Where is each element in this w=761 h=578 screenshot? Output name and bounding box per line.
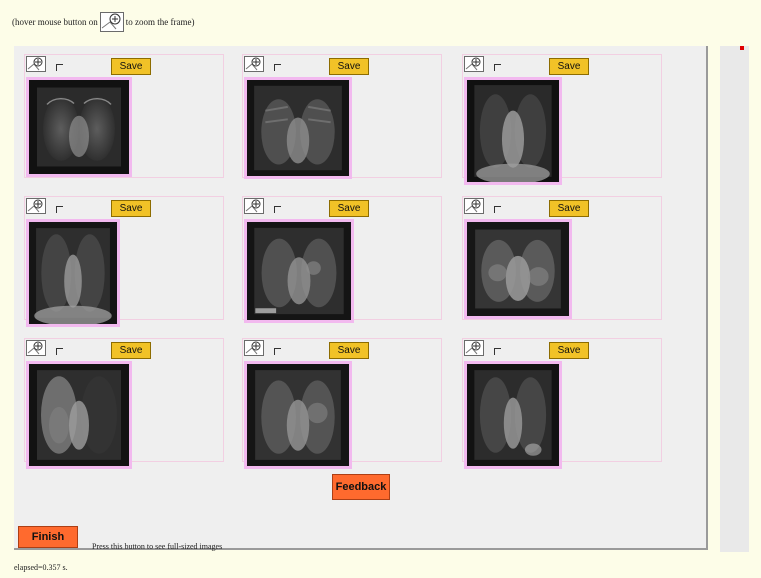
right-sidebar <box>720 46 749 552</box>
save-button[interactable]: Save <box>111 200 151 217</box>
xray-image <box>467 80 559 182</box>
xray-image <box>29 80 129 174</box>
checkbox-icon[interactable] <box>274 206 281 213</box>
xray-thumbnail[interactable] <box>244 361 352 469</box>
image-controls: Save <box>243 197 369 219</box>
elapsed-time: elapsed=0.357 s. <box>14 563 68 572</box>
image-controls: Save <box>25 197 151 219</box>
checkbox-icon[interactable] <box>274 348 281 355</box>
xray-thumbnail[interactable] <box>464 361 562 469</box>
checkbox-icon[interactable] <box>56 206 63 213</box>
zoom-hint-prefix: (hover mouse button on <box>12 17 98 27</box>
zoom-icon[interactable] <box>244 198 264 214</box>
checkbox-icon[interactable] <box>494 348 501 355</box>
xray-thumbnail[interactable] <box>464 219 572 319</box>
image-controls: Save <box>25 55 151 77</box>
checkbox-icon[interactable] <box>56 348 63 355</box>
checkbox-icon[interactable] <box>494 206 501 213</box>
xray-thumbnail[interactable] <box>26 361 132 469</box>
zoom-icon[interactable] <box>464 340 484 356</box>
zoom-icon[interactable] <box>464 198 484 214</box>
finish-note: Press this button to see full-sized imag… <box>92 542 223 551</box>
save-button[interactable]: Save <box>329 342 369 359</box>
finish-button[interactable]: Finish <box>18 526 78 548</box>
image-cell-7: Save <box>24 338 224 469</box>
image-controls: Save <box>463 197 589 219</box>
image-cell-3: Save <box>462 54 662 185</box>
xray-thumbnail[interactable] <box>244 219 354 323</box>
save-button[interactable]: Save <box>111 342 151 359</box>
xray-image <box>467 222 569 316</box>
zoom-hint-suffix: to zoom the frame) <box>125 17 195 27</box>
image-cell-1: Save <box>24 54 224 178</box>
zoom-icon <box>99 12 124 32</box>
zoom-icon[interactable] <box>244 56 264 72</box>
xray-thumbnail[interactable] <box>26 219 120 327</box>
xray-image <box>29 364 129 466</box>
zoom-icon[interactable] <box>464 56 484 72</box>
status-dot <box>740 46 744 50</box>
image-grid: Save Save Save Save Save Save Save Save … <box>24 54 674 469</box>
zoom-icon[interactable] <box>26 198 46 214</box>
xray-image <box>247 222 351 320</box>
zoom-icon[interactable] <box>26 340 46 356</box>
image-controls: Save <box>243 339 369 361</box>
save-button[interactable]: Save <box>549 342 589 359</box>
image-cell-9: Save <box>462 338 662 469</box>
xray-image <box>467 364 559 466</box>
xray-thumbnail[interactable] <box>464 77 562 185</box>
feedback-button[interactable]: Feedback <box>332 474 390 500</box>
checkbox-icon[interactable] <box>274 64 281 71</box>
xray-thumbnail[interactable] <box>244 77 352 179</box>
xray-thumbnail[interactable] <box>26 77 132 177</box>
checkbox-icon[interactable] <box>56 64 63 71</box>
save-button[interactable]: Save <box>549 58 589 75</box>
save-button[interactable]: Save <box>549 200 589 217</box>
zoom-icon[interactable] <box>244 340 264 356</box>
checkbox-icon[interactable] <box>494 64 501 71</box>
image-controls: Save <box>463 339 589 361</box>
xray-image <box>247 364 349 466</box>
zoom-icon[interactable] <box>26 56 46 72</box>
image-controls: Save <box>463 55 589 77</box>
image-cell-8: Save <box>242 338 442 469</box>
image-cell-2: Save <box>242 54 442 179</box>
image-cell-6: Save <box>462 196 662 320</box>
image-panel: Save Save Save Save Save Save Save Save … <box>14 46 708 550</box>
image-controls: Save <box>25 339 151 361</box>
image-cell-5: Save <box>242 196 442 323</box>
save-button[interactable]: Save <box>111 58 151 75</box>
image-controls: Save <box>243 55 369 77</box>
save-button[interactable]: Save <box>329 200 369 217</box>
xray-image <box>247 80 349 176</box>
zoom-hint: (hover mouse button on to zoom the frame… <box>12 12 194 32</box>
xray-image <box>29 222 117 324</box>
save-button[interactable]: Save <box>329 58 369 75</box>
image-cell-4: Save <box>24 196 224 327</box>
